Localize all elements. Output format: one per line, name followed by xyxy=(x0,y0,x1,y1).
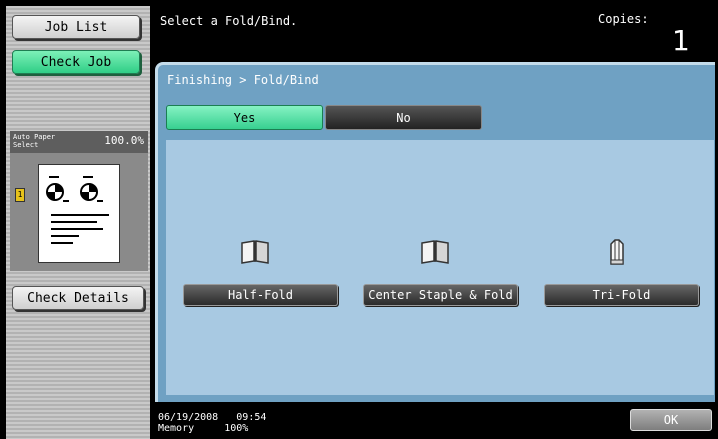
job-list-label: Job List xyxy=(44,19,108,35)
memory-value: 100% xyxy=(224,423,249,434)
no-button[interactable]: No xyxy=(325,105,482,130)
screen: Job List Check Job Auto Paper Select 100… xyxy=(0,0,718,439)
breadcrumb: Finishing > Fold/Bind xyxy=(167,73,319,87)
center-staple-fold-button[interactable]: Center Staple & Fold xyxy=(363,284,518,306)
zoom-ratio: 100.0% xyxy=(104,134,144,147)
status-bar: 06/19/2008 09:54 Memory 100% OK xyxy=(150,405,718,439)
half-fold-icon xyxy=(241,240,269,264)
check-details-label: Check Details xyxy=(27,290,129,306)
half-fold-button[interactable]: Half-Fold xyxy=(183,284,338,306)
yes-button[interactable]: Yes xyxy=(166,105,323,130)
paper-preview: Auto Paper Select 100.0% 1 xyxy=(10,131,148,271)
left-panel: Job List Check Job Auto Paper Select 100… xyxy=(6,6,150,439)
tri-fold-button[interactable]: Tri-Fold xyxy=(544,284,699,306)
center-staple-fold-icon xyxy=(421,240,449,264)
document-thumbnail-icon xyxy=(38,164,120,263)
ok-button[interactable]: OK xyxy=(630,409,712,431)
check-job-label: Check Job xyxy=(40,54,112,70)
tray-number: 1 xyxy=(17,190,23,199)
fold-options-area: Half-Fold Center Staple & Fold Tri-Fold xyxy=(166,140,714,395)
memory-label: Memory xyxy=(158,423,195,434)
copies-count: 1 xyxy=(672,24,690,57)
job-list-button[interactable]: Job List xyxy=(12,15,140,39)
date: 06/19/2008 xyxy=(158,412,219,423)
tri-fold-icon xyxy=(603,239,631,265)
tray-icon: 1 xyxy=(15,188,25,202)
message-bar: Select a Fold/Bind. Copies: 1 xyxy=(150,6,718,58)
tri-fold-label: Tri-Fold xyxy=(592,288,651,302)
half-fold-label: Half-Fold xyxy=(227,288,294,302)
time: 09:54 xyxy=(236,412,267,423)
ok-label: OK xyxy=(663,413,679,427)
fold-bind-panel: Finishing > Fold/Bind Yes No Half-Fold C… xyxy=(155,62,715,402)
copies-label: Copies: xyxy=(598,12,649,26)
check-job-button[interactable]: Check Job xyxy=(12,50,140,74)
preview-header: Auto Paper Select 100.0% xyxy=(10,131,148,153)
document-graphic xyxy=(46,176,109,244)
check-details-button[interactable]: Check Details xyxy=(12,286,144,310)
memory-status: Memory 100% xyxy=(158,424,248,434)
instruction-message: Select a Fold/Bind. xyxy=(160,14,298,28)
center-staple-fold-label: Center Staple & Fold xyxy=(368,288,513,302)
date-time: 06/19/2008 09:54 xyxy=(158,413,266,423)
no-label: No xyxy=(396,110,411,125)
yes-label: Yes xyxy=(233,110,256,125)
